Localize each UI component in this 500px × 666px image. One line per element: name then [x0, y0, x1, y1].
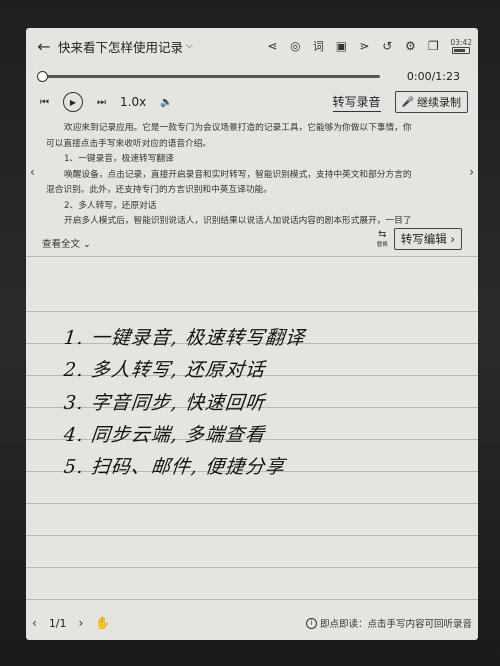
chevron-left-icon[interactable]: ‹ [32, 616, 37, 630]
handwriting-page[interactable]: 1. 一键录音, 极速转写翻译 2. 多人转写, 还原对话 3. 字音同步, 快… [26, 256, 478, 606]
transcript-line: 2、多人转写，还原对话 [64, 200, 157, 211]
bottom-bar: ‹ 1/1 › ✋ i 即点即读：点击手写内容可回听录音 [26, 610, 478, 636]
handwritten-line[interactable]: 5. 扫码、邮件, 便捷分享 [63, 452, 287, 479]
chevron-right-icon[interactable]: › [469, 165, 474, 179]
progress-knob[interactable] [37, 70, 48, 82]
transcript-line: 欢迎来到记录应用。它是一款专门为会议场景打造的记录工具，它能够为你做以下事情，你 [64, 123, 412, 133]
status-time: 03:42 [450, 38, 472, 47]
edit-controls: ⇆ 替换 转写编辑 › [377, 228, 462, 250]
playback-progress: 0:00/1:23 [37, 68, 468, 84]
play-button[interactable]: ▶ [63, 92, 83, 112]
chevron-right-icon[interactable]: › [79, 616, 84, 630]
transcript-line: 混合识别。此外，还支持专门的方言识别和中英互译功能。 [46, 185, 272, 195]
transcript-text[interactable]: 欢迎来到记录应用。它是一款专门为会议场景打造的记录工具，它能够为你做以下事情，你… [46, 121, 458, 230]
volume-icon[interactable]: 🔈 [160, 97, 172, 108]
note-title[interactable]: 快来看下怎样使用记录 [58, 37, 183, 56]
status-area: 03:42 [450, 38, 472, 54]
history-icon[interactable]: ↺ [379, 38, 395, 54]
battery-icon [452, 47, 471, 54]
touch-off-icon[interactable]: ✋ [95, 616, 110, 630]
expand-full-text[interactable]: 查看全文 ⌄ [42, 236, 91, 250]
handwritten-line[interactable]: 4. 同步云端, 多端查看 [63, 420, 267, 447]
expand-label: 查看全文 [42, 239, 81, 250]
progress-track[interactable] [37, 70, 380, 82]
chevron-down-icon[interactable]: ⌵ [186, 41, 193, 51]
rewind-icon[interactable]: ⏮ [40, 97, 49, 108]
dictionary-icon[interactable]: 词 [310, 38, 326, 54]
chevron-down-icon: ⌄ [83, 239, 92, 250]
replace-button[interactable]: ⇆ 替换 [376, 229, 388, 249]
screen: ← 快来看下怎样使用记录 ⌵ ⋖ ◎ 词 ▣ ⋗ ↺ ⚙ ❐ 03:42 0:0… [26, 28, 478, 640]
settings-icon[interactable]: ⚙ [402, 38, 418, 54]
image-icon[interactable]: ▣ [333, 38, 349, 54]
transcribe-edit-button[interactable]: 转写编辑 › [393, 228, 462, 250]
info-icon: i [305, 617, 317, 629]
battery-fill [454, 49, 466, 52]
back-arrow-icon[interactable]: ← [34, 36, 54, 56]
top-bar: ← 快来看下怎样使用记录 ⌵ ⋖ ◎ 词 ▣ ⋗ ↺ ⚙ ❐ 03:42 [26, 28, 478, 64]
share-nodes-icon[interactable]: ⋖ [264, 38, 280, 54]
transcript-line: 1、一键录音，极速转写翻译 [64, 154, 174, 164]
audio-text-icon[interactable]: ◎ [287, 38, 303, 54]
transcribe-audio-button[interactable]: 转写录音 [332, 93, 381, 112]
hint-text: 即点即读：点击手写内容可回听录音 [319, 619, 472, 630]
note-divider [26, 256, 478, 257]
continue-record-label: 继续录制 [417, 96, 461, 109]
page-indicator: 1/1 [48, 616, 67, 630]
share-icon[interactable]: ⋗ [356, 38, 372, 54]
transcript-line: 唤醒设备，点击记录，直接开启录音和实时转写，智能识别模式，支持中英文和部分方言的 [64, 169, 412, 180]
handwritten-line[interactable]: 1. 一键录音, 极速转写翻译 [63, 323, 307, 350]
replace-label: 替换 [376, 242, 388, 248]
transcript-line: 可以直接点击手写来收听对应的语音介绍。 [46, 138, 212, 149]
chevron-left-icon[interactable]: ‹ [30, 165, 35, 179]
microphone-icon: 🎤 [401, 96, 414, 108]
replace-icon: ⇆ [378, 229, 387, 240]
device-frame: ← 快来看下怎样使用记录 ⌵ ⋖ ◎ 词 ▣ ⋗ ↺ ⚙ ❐ 03:42 0:0… [0, 0, 500, 666]
pages-icon[interactable]: ❐ [425, 38, 441, 54]
playback-controls: ⏮ ▶ ⏭ 1.0x 🔈 转写录音 🎤 继续录制 [40, 90, 468, 114]
handwritten-line[interactable]: 3. 字音同步, 快速回听 [63, 388, 267, 415]
tap-to-read-hint: i 即点即读：点击手写内容可回听录音 [305, 616, 472, 630]
forward-icon[interactable]: ⏭ [97, 97, 106, 108]
toolbar-icons: ⋖ ◎ 词 ▣ ⋗ ↺ ⚙ ❐ 03:42 [264, 38, 472, 54]
continue-record-button[interactable]: 🎤 继续录制 [394, 91, 468, 113]
edit-label: 转写编辑 [400, 232, 447, 246]
handwritten-line[interactable]: 2. 多人转写, 还原对话 [63, 355, 267, 382]
speed-button[interactable]: 1.0x [120, 95, 146, 109]
playback-time: 0:00/1:23 [406, 69, 460, 83]
